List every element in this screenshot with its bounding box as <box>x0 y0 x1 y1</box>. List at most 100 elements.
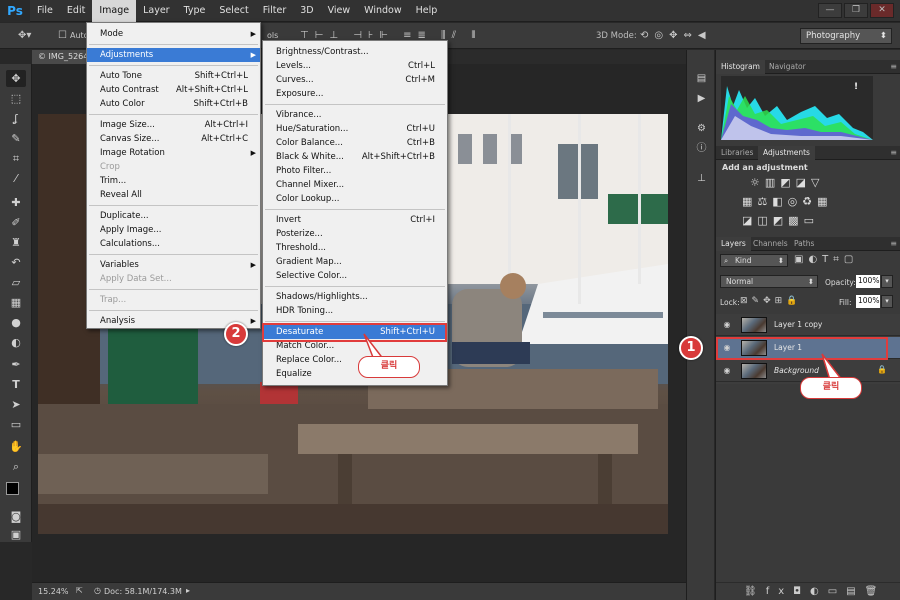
menu-item-channel-mixer[interactable]: Channel Mixer... <box>263 178 447 192</box>
menu-item-vibrance[interactable]: Vibrance... <box>263 108 447 122</box>
menu-item-hdr-toning[interactable]: HDR Toning... <box>263 304 447 318</box>
pen-tool-icon[interactable]: ✒ <box>6 356 26 373</box>
menu-help[interactable]: Help <box>409 0 445 22</box>
quick-select-tool-icon[interactable]: ✎ <box>6 130 26 147</box>
menu-3d[interactable]: 3D <box>293 0 320 22</box>
actions-play-icon[interactable]: ▶ <box>694 92 709 106</box>
menu-edit[interactable]: Edit <box>60 0 92 22</box>
menu-item-color-balance[interactable]: Color Balance... Ctrl+B <box>263 136 447 150</box>
menu-view[interactable]: View <box>321 0 358 22</box>
menu-item-auto-tone[interactable]: Auto Tone Shift+Ctrl+L <box>87 69 260 83</box>
menu-item-duplicate[interactable]: Duplicate... <box>87 209 260 223</box>
type-tool-icon[interactable]: T <box>6 376 26 393</box>
panel-menu-icon[interactable]: ≡ <box>890 239 897 248</box>
info-icon[interactable]: ⓘ <box>694 142 709 156</box>
layer-filter-icons[interactable]: ▣◐T⌗▢ <box>794 254 858 265</box>
healing-brush-icon[interactable]: ✚ <box>6 194 26 211</box>
adjustment-icons-row3[interactable]: ◪◫◩▩▭ <box>742 214 819 227</box>
lock-icons[interactable]: ⊠✎✥⊞🔒 <box>740 296 801 306</box>
menu-item-trim[interactable]: Trim... <box>87 174 260 188</box>
menu-item-levels[interactable]: Levels... Ctrl+L <box>263 59 447 73</box>
opacity-input[interactable]: 100% <box>856 275 880 288</box>
panel-menu-icon[interactable]: ≡ <box>890 148 897 157</box>
doc-info-arrow-icon[interactable]: ▸ <box>186 586 190 595</box>
eraser-tool-icon[interactable]: ▱ <box>6 274 26 291</box>
menu-item-brightness-contrast[interactable]: Brightness/Contrast... <box>263 45 447 59</box>
fill-dropdown-icon[interactable]: ▾ <box>881 295 893 308</box>
menu-item-variables[interactable]: Variables ▶ <box>87 258 260 272</box>
adjustment-icons-row1[interactable]: ☼▥◩◪▽ <box>750 176 825 189</box>
menu-file[interactable]: File <box>30 0 60 22</box>
workspace-select[interactable]: Photography ⬍ <box>800 28 892 44</box>
tab-navigator[interactable]: Navigator <box>764 60 811 74</box>
menu-item-gradient-map[interactable]: Gradient Map... <box>263 255 447 269</box>
layers-footer-icons[interactable]: ⛓fx◘◐▭▤🗑 <box>716 582 900 600</box>
layer-row[interactable]: ◉ Layer 1 copy <box>716 314 900 336</box>
menu-item-photo-filter[interactable]: Photo Filter... <box>263 164 447 178</box>
tab-adjustments[interactable]: Adjustments <box>758 146 815 160</box>
clone-stamp-icon[interactable]: ♜ <box>6 234 26 251</box>
menu-item-threshold[interactable]: Threshold... <box>263 241 447 255</box>
visibility-eye-icon[interactable]: ◉ <box>722 366 732 376</box>
crop-tool-icon[interactable]: ⌗ <box>6 150 26 167</box>
move-tool-icon[interactable]: ✥▾ <box>18 30 31 41</box>
menu-type[interactable]: Type <box>177 0 213 22</box>
menu-item-image-size[interactable]: Image Size... Alt+Ctrl+I <box>87 118 260 132</box>
document-tab[interactable]: © IMG_5264 <box>32 50 87 64</box>
tab-histogram[interactable]: Histogram <box>716 60 765 74</box>
menu-select[interactable]: Select <box>212 0 255 22</box>
tab-paths[interactable]: Paths <box>789 237 819 251</box>
menu-item-posterize[interactable]: Posterize... <box>263 227 447 241</box>
eyedropper-tool-icon[interactable]: ⁄ <box>6 170 26 187</box>
menu-item-image-rotation[interactable]: Image Rotation ▶ <box>87 146 260 160</box>
layer-filter-kind[interactable]: ⌕ Kind ⬍ <box>720 254 788 267</box>
tab-layers[interactable]: Layers <box>716 237 751 251</box>
menu-item-apply-image[interactable]: Apply Image... <box>87 223 260 237</box>
fill-input[interactable]: 100% <box>856 295 880 308</box>
dodge-tool-icon[interactable]: ◐ <box>6 334 26 351</box>
rectangle-tool-icon[interactable]: ▭ <box>6 416 26 433</box>
history-brush-icon[interactable]: ↶ <box>6 254 26 271</box>
close-button[interactable]: ✕ <box>870 3 894 18</box>
path-select-icon[interactable]: ➤ <box>6 396 26 413</box>
tab-libraries[interactable]: Libraries <box>716 146 758 160</box>
hand-tool-icon[interactable]: ✋ <box>6 438 26 455</box>
gradient-tool-icon[interactable]: ▦ <box>6 294 26 311</box>
menu-item-adjustments[interactable]: Adjustments ▶ <box>87 48 260 62</box>
menu-item-black-white[interactable]: Black & White... Alt+Shift+Ctrl+B <box>263 150 447 164</box>
minimize-button[interactable]: — <box>818 3 842 18</box>
menu-image[interactable]: Image <box>92 0 137 22</box>
lasso-tool-icon[interactable]: ʆ <box>6 110 26 127</box>
blend-mode-select[interactable]: Normal ⬍ <box>720 275 818 288</box>
restore-button[interactable]: ❐ <box>844 3 868 18</box>
menu-item-auto-color[interactable]: Auto Color Shift+Ctrl+B <box>87 97 260 111</box>
quick-mask-icon[interactable]: ◙ <box>6 508 26 525</box>
brush-tool-icon[interactable]: ✐ <box>6 214 26 231</box>
menu-item-mode[interactable]: Mode ▶ <box>87 27 260 41</box>
menu-item-color-lookup[interactable]: Color Lookup... <box>263 192 447 206</box>
blur-tool-icon[interactable]: ● <box>6 314 26 331</box>
adjustment-icons-row2[interactable]: ▦⚖◧◎♻▦ <box>742 195 833 208</box>
3d-tool-icons[interactable]: ⟲◎✥⇔◀ <box>640 30 712 41</box>
zoom-level[interactable]: 15.24% <box>38 587 69 596</box>
menu-item-invert[interactable]: Invert Ctrl+I <box>263 213 447 227</box>
menu-item-curves[interactable]: Curves... Ctrl+M <box>263 73 447 87</box>
history-icon[interactable]: ▤ <box>694 72 709 86</box>
menu-item-auto-contrast[interactable]: Auto Contrast Alt+Shift+Ctrl+L <box>87 83 260 97</box>
menu-layer[interactable]: Layer <box>136 0 177 22</box>
zoom-tool-icon[interactable]: ⌕ <box>6 458 26 475</box>
opacity-dropdown-icon[interactable]: ▾ <box>881 275 893 288</box>
menu-item-reveal-all[interactable]: Reveal All <box>87 188 260 202</box>
menu-item-exposure[interactable]: Exposure... <box>263 87 447 101</box>
foreground-color-swatch[interactable] <box>6 482 19 495</box>
menu-item-hue-saturation[interactable]: Hue/Saturation... Ctrl+U <box>263 122 447 136</box>
menu-item-calculations[interactable]: Calculations... <box>87 237 260 251</box>
properties-icon[interactable]: ⚙ <box>694 122 709 136</box>
auto-select-checkbox[interactable]: ☐ <box>58 30 67 41</box>
visibility-eye-icon[interactable]: ◉ <box>722 320 732 330</box>
move-tool-icon[interactable]: ✥ <box>6 70 26 87</box>
menu-item-selective-color[interactable]: Selective Color... <box>263 269 447 283</box>
share-icon[interactable]: ⇱ <box>76 586 83 595</box>
menu-item-shadows-highlights[interactable]: Shadows/Highlights... <box>263 290 447 304</box>
screen-mode-icon[interactable]: ▣ <box>6 526 26 543</box>
